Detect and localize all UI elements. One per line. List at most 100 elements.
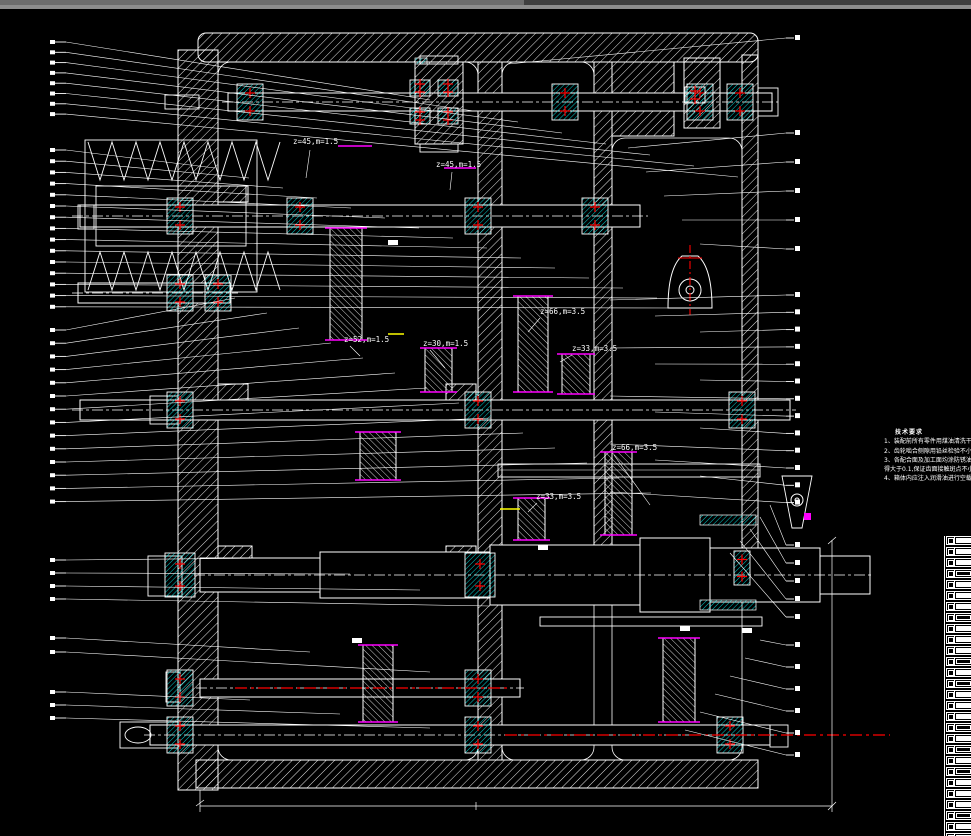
parts-table-text-blob	[956, 736, 971, 741]
parts-table-row	[946, 591, 971, 600]
parts-table-item-number	[947, 735, 955, 742]
gear-spec-annotation: z=45,m=1.5	[293, 137, 338, 146]
tech-requirement-item: 得大于0.1,保证齿面接触斑点不小于规定值;	[884, 466, 971, 474]
parts-table-item-number	[947, 625, 955, 632]
parts-table-item-number	[947, 680, 955, 687]
parts-table-item-number	[947, 801, 955, 808]
parts-table-row	[946, 690, 971, 699]
parts-table-item-number	[947, 658, 955, 665]
parts-table-text-blob	[956, 615, 971, 620]
parts-table-text-blob	[956, 714, 971, 719]
parts-table-text-blob	[956, 769, 971, 774]
parts-table-row	[946, 712, 971, 721]
parts-table-text-blob	[956, 582, 971, 587]
parts-table-row	[946, 734, 971, 743]
parts-table-item-number	[947, 669, 955, 676]
parts-table-item-number	[947, 548, 955, 555]
tech-requirements-title: 技术要求	[895, 429, 924, 436]
gear-spec-annotation: z=52,m=1.5	[344, 335, 389, 344]
gear-spec-annotation: z=66,m=3.5	[540, 307, 585, 316]
parts-table-item-number	[947, 779, 955, 786]
parts-table-row	[946, 745, 971, 754]
parts-table-text-blob	[956, 802, 971, 807]
parts-table-text-blob	[956, 725, 971, 730]
parts-table-item-number	[947, 592, 955, 599]
gear-spec-annotation: z=66,m=3.5	[612, 443, 657, 452]
parts-table-row	[946, 789, 971, 798]
parts-table-text-blob	[956, 681, 971, 686]
parts-table-item-number	[947, 713, 955, 720]
parts-table-row	[946, 580, 971, 589]
technical-requirements-block: 技术要求 1、装配前所有零件用煤油清洗干净(滚动轴承用汽油);2、齿轮啮合侧隙用…	[884, 428, 971, 508]
parts-table-item-number	[947, 581, 955, 588]
parts-table-item-number	[947, 724, 955, 731]
parts-table-item-number	[947, 647, 955, 654]
parts-table-text-blob	[956, 549, 971, 554]
parts-table-text-blob	[956, 538, 971, 543]
gears	[325, 227, 700, 723]
parts-table-row	[946, 558, 971, 567]
parts-list-table	[944, 536, 971, 836]
parts-table-item-number	[947, 603, 955, 610]
tech-requirement-item: 4、箱体内应注入润滑油进行空载试验。	[884, 475, 971, 483]
parts-table-item-number	[947, 537, 955, 544]
parts-table-item-number	[947, 746, 955, 753]
parts-table-text-blob	[956, 692, 971, 697]
parts-table-row	[946, 811, 971, 820]
parts-table-text-blob	[956, 791, 971, 796]
cad-application-viewport: z=45,m=1.5 z=45,m=1.5 z=66,m=3.5 z=33,m=3.5…	[0, 0, 971, 836]
tech-requirement-item: 2、齿轮啮合侧隙用铅丝检验不小于0.16;	[884, 447, 971, 455]
parts-table-row	[946, 657, 971, 666]
parts-table-item-number	[947, 757, 955, 764]
parts-table-item-number	[947, 768, 955, 775]
parts-table-item-number	[947, 614, 955, 621]
parts-table-row	[946, 701, 971, 710]
parts-table-row	[946, 536, 971, 545]
parts-table-text-blob	[956, 780, 971, 785]
parts-table-text-blob	[956, 813, 971, 818]
parts-table-row	[946, 569, 971, 578]
parts-table-row	[946, 767, 971, 776]
parts-table-row	[946, 679, 971, 688]
parts-table-text-blob	[956, 604, 971, 609]
tech-requirement-item: 3、各配合面及加工面均涂防锈油调整垫片调整间隙不	[884, 456, 971, 464]
parts-table-item-number	[947, 823, 955, 830]
parts-table-text-blob	[956, 648, 971, 653]
parts-table-text-blob	[956, 571, 971, 576]
parts-table-item-number	[947, 570, 955, 577]
parts-table-row	[946, 624, 971, 633]
parts-table-row	[946, 635, 971, 644]
parts-table-row	[946, 778, 971, 787]
parts-table-text-blob	[956, 747, 971, 752]
parts-table-item-number	[947, 691, 955, 698]
parts-table-item-number	[947, 702, 955, 709]
gear-spec-annotation: z=33,m=3.5	[572, 344, 617, 353]
parts-table-text-blob	[956, 670, 971, 675]
parts-table-row	[946, 646, 971, 655]
parts-table-text-blob	[956, 560, 971, 565]
parts-table-row	[946, 613, 971, 622]
parts-table-row	[946, 756, 971, 765]
parts-table-item-number	[947, 559, 955, 566]
parts-table-row	[946, 668, 971, 677]
parts-table-row	[946, 723, 971, 732]
parts-table-text-blob	[956, 703, 971, 708]
gearbox-assembly-drawing[interactable]: z=45,m=1.5 z=45,m=1.5 z=66,m=3.5 z=33,m=3.5…	[0, 0, 971, 836]
parts-table-item-number	[947, 812, 955, 819]
gear-spec-annotation: z=45,m=1.5	[436, 160, 481, 169]
parts-table-text-blob	[956, 637, 971, 642]
parts-table-text-blob	[956, 593, 971, 598]
parts-table-row	[946, 547, 971, 556]
parts-table-row	[946, 602, 971, 611]
parts-table-text-blob	[956, 659, 971, 664]
parts-table-item-number	[947, 790, 955, 797]
parts-table-text-blob	[956, 758, 971, 763]
tech-requirement-item: 1、装配前所有零件用煤油清洗干净(滚动轴承用汽油);	[884, 438, 971, 446]
parts-table-text-blob	[956, 626, 971, 631]
parts-table-row	[946, 822, 971, 831]
gear-spec-annotation: z=33,m=3.5	[536, 492, 581, 501]
parts-table-item-number	[947, 636, 955, 643]
gear-spec-annotation: z=30,m=1.5	[423, 339, 468, 348]
parts-table-row	[946, 800, 971, 809]
parts-table-text-blob	[956, 824, 971, 829]
